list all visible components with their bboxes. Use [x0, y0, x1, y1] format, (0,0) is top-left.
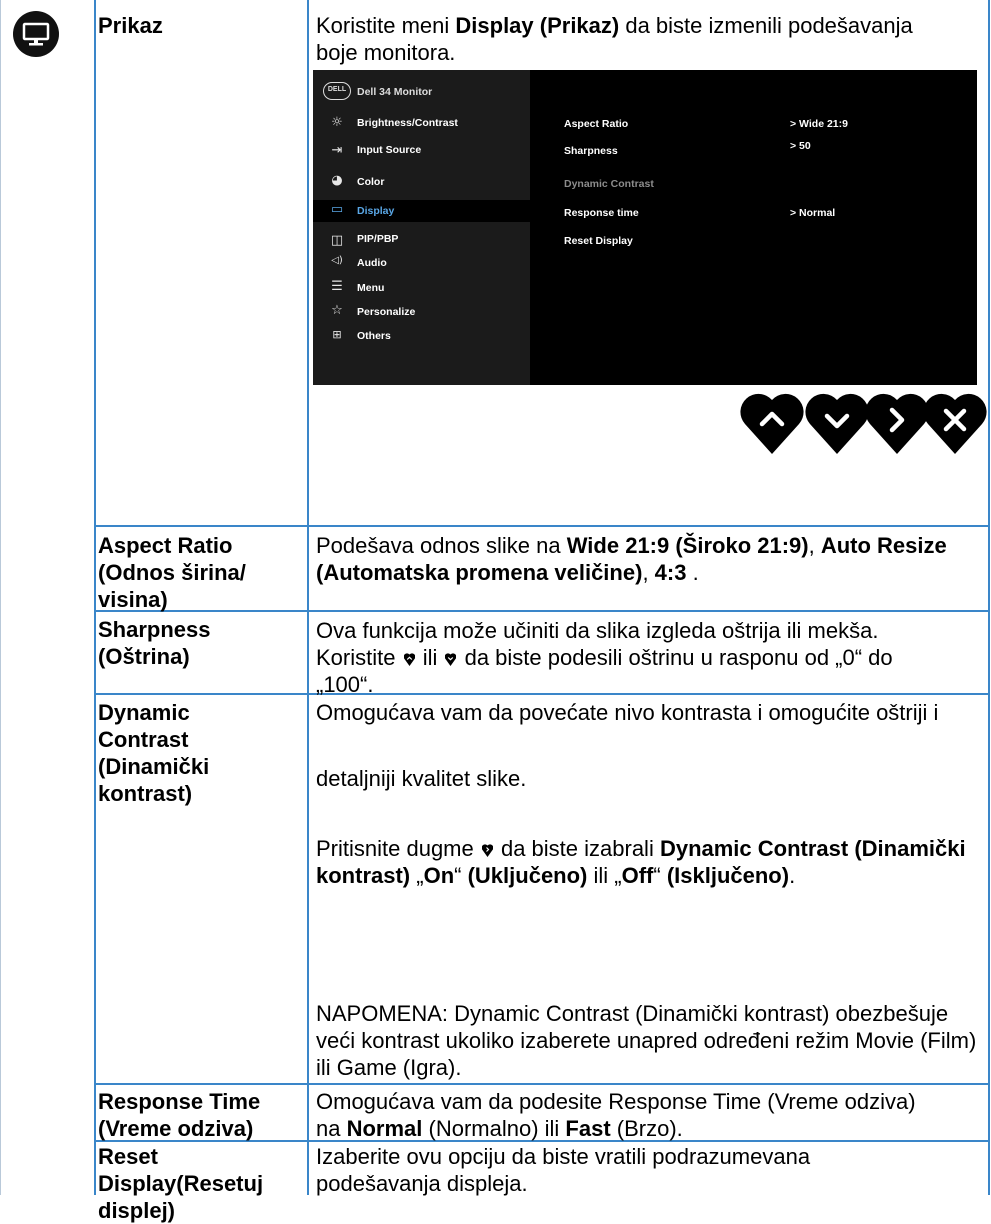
row-label-sharpness: Sharpness (Oštrina) [98, 617, 211, 669]
others-icon: ⊞ [332, 328, 342, 341]
right-button-icon [481, 844, 493, 857]
personalize-icon: ☆ [331, 303, 343, 318]
menu-icon: ☰ [331, 279, 343, 294]
row-label-aspect-ratio: Aspect Ratio (Odnos širina/ visina) [98, 533, 246, 612]
row-label-response-time-sub: (Vreme odziva) [98, 1116, 254, 1141]
row-desc-sharpness: Ova funkcija može učiniti da slika izgle… [316, 618, 893, 697]
row-desc-dynamic-contrast-note: NAPOMENA: Dynamic Contrast (Dinamički ko… [316, 1001, 977, 1080]
pip-pbp-icon: ◫ [330, 233, 344, 248]
osd-menu-item: Input Source [357, 144, 422, 156]
osd-menu-item: Audio [357, 257, 387, 269]
down-icon [805, 393, 869, 454]
table-left-border [0, 0, 1, 1195]
row-label-dynamic-contrast: Dynamic Contrast (Dinamički kontrast) [98, 700, 210, 806]
down-button-icon [445, 653, 457, 666]
osd-sidebar: DELL Dell 34 Monitor ☼ Brightness/Contra… [313, 70, 530, 385]
monitor-icon [12, 10, 60, 58]
section-title: Prikaz [98, 13, 163, 38]
osd-menu-screenshot: DELL Dell 34 Monitor ☼ Brightness/Contra… [313, 70, 977, 385]
osd-selected-item-bg [313, 200, 530, 222]
osd-setting-label: Sharpness [564, 145, 618, 157]
osd-setting-label: Reset Display [564, 235, 633, 247]
row-divider [94, 1083, 990, 1085]
audio-icon: ◁) [331, 255, 343, 266]
osd-menu-item: PIP/PBP [357, 233, 399, 245]
osd-setting-label: Aspect Ratio [564, 118, 629, 130]
osd-menu-item: Brightness/Contrast [357, 117, 458, 129]
row-label-reset-display: Reset Display(Resetuj displej) [98, 1144, 264, 1223]
display-icon: ▭ [330, 202, 344, 217]
osd-menu-item: Color [357, 176, 385, 188]
row-desc-response-time: Omogućava vam da podesite Response Time … [316, 1089, 916, 1141]
row-label-response-time: Response Time [98, 1089, 261, 1114]
row-desc-dynamic-contrast-p3: Pritisnite dugme da biste izabrali Dynam… [316, 836, 966, 888]
brightness-icon: ☼ [331, 115, 343, 130]
osd-settings-panel: Aspect Ratio > Wide 21:9 Sharpness > 50 … [530, 70, 977, 385]
osd-menu-item-selected: Display [357, 205, 395, 217]
osd-menu-item: Menu [357, 282, 385, 294]
table-col-divider-2 [307, 0, 309, 1195]
row-desc-aspect-ratio: Podešava odnos slike na Wide 21:9 (Širok… [316, 533, 947, 585]
osd-menu-item: Others [357, 330, 391, 342]
osd-setting-value: > 50 [790, 140, 811, 152]
table-col-divider-1 [94, 0, 96, 1195]
osd-setting-label: Response time [564, 207, 639, 219]
row-desc-dynamic-contrast-p1: Omogućava vam da povećate nivo kontrasta… [316, 700, 939, 725]
dell-logo: DELL [323, 82, 351, 100]
section-intro: Koristite meni Display (Prikaz) da biste… [316, 13, 913, 65]
close-icon [923, 393, 987, 454]
up-button-icon [403, 653, 415, 666]
input-source-icon: ⇥ [331, 143, 343, 158]
osd-model-title: Dell 34 Monitor [357, 86, 433, 98]
color-icon: ◕ [331, 173, 343, 188]
row-desc-reset-display: Izaberite ovu opciju da biste vratili po… [316, 1144, 811, 1196]
up-icon [740, 393, 804, 454]
row-divider [94, 525, 990, 527]
osd-menu-item: Personalize [357, 306, 416, 318]
right-icon [865, 393, 929, 454]
osd-setting-label-disabled: Dynamic Contrast [564, 178, 654, 190]
osd-setting-value: > Normal [790, 207, 836, 219]
row-desc-dynamic-contrast-p2: detaljniji kvalitet slike. [316, 766, 527, 791]
osd-setting-value: > Wide 21:9 [790, 118, 848, 130]
